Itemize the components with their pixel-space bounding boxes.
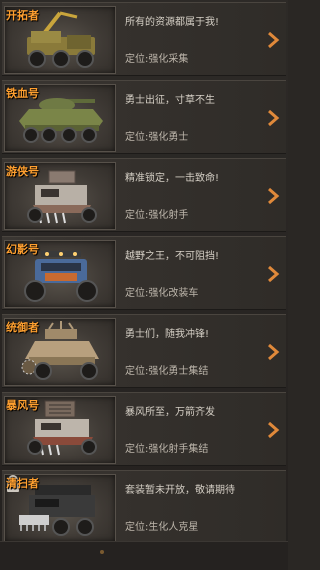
vehicle-card-pioneer[interactable]: 开拓者 所有的资源都属于我! 定位:强化采集 [2,2,286,76]
vehicle-list: 开拓者 所有的资源都属于我! 定位:强化采集 铁血号 勇士出征，寸草不生 定位:… [0,0,288,570]
vehicle-role: 定位:强化射手集结 [125,444,209,455]
vehicle-card-iron-blood[interactable]: 铁血号 勇士出征，寸草不生 定位:强化勇士 [2,80,286,154]
vehicle-role: 定位:生化人克星 [125,522,199,533]
vehicle-name: 清扫者 [6,477,39,490]
vehicle-card-storm[interactable]: 暴风号 暴风所至，万箭齐发 定位:强化射手集结 [2,392,286,466]
vehicle-name: 游侠号 [6,165,39,178]
chevron-right-icon[interactable] [266,109,280,127]
vehicle-role: 定位:强化勇士集结 [125,366,209,377]
vehicle-slogan: 暴风所至，万箭齐发 [125,407,215,418]
vehicle-role: 定位:强化射手 [125,210,189,221]
vehicle-slogan: 越野之王，不可阻挡! [125,251,220,262]
vehicle-name: 幻影号 [6,243,39,256]
chevron-right-icon[interactable] [266,31,280,49]
vehicle-slogan: 勇士出征，寸草不生 [125,95,215,106]
vehicle-role: 定位:强化勇士 [125,132,189,143]
chevron-right-icon[interactable] [266,421,280,439]
vehicle-name: 统御者 [6,321,39,334]
vehicle-name: 暴风号 [6,399,39,412]
vehicle-slogan: 勇士们，随我冲锋! [125,329,210,340]
vehicle-name: 开拓者 [6,9,39,22]
vehicle-slogan: 所有的资源都属于我! [125,17,220,28]
bottom-bar [0,541,288,570]
vehicle-card-phantom[interactable]: 幻影号 越野之王，不可阻挡! 定位:强化改装车 [2,236,286,310]
vehicle-slogan: 精准锁定，一击致命! [125,173,220,184]
chevron-right-icon[interactable] [266,187,280,205]
vehicle-role: 定位:强化采集 [125,54,189,65]
vehicle-card-ranger[interactable]: 游侠号 精准锁定，一击致命! 定位:强化射手 [2,158,286,232]
divider-dot [100,550,104,554]
vehicle-slogan: 套装暂未开放，敬请期待 [125,485,235,496]
vehicle-name: 铁血号 [6,87,39,100]
vehicle-card-sweeper[interactable]: 清扫者 套装暂未开放，敬请期待 定位:生化人克星 [2,470,286,544]
chevron-right-icon[interactable] [266,343,280,361]
vehicle-role: 定位:强化改装车 [125,288,199,299]
vehicle-card-commander[interactable]: 统御者 勇士们，随我冲锋! 定位:强化勇士集结 [2,314,286,388]
chevron-right-icon[interactable] [266,265,280,283]
